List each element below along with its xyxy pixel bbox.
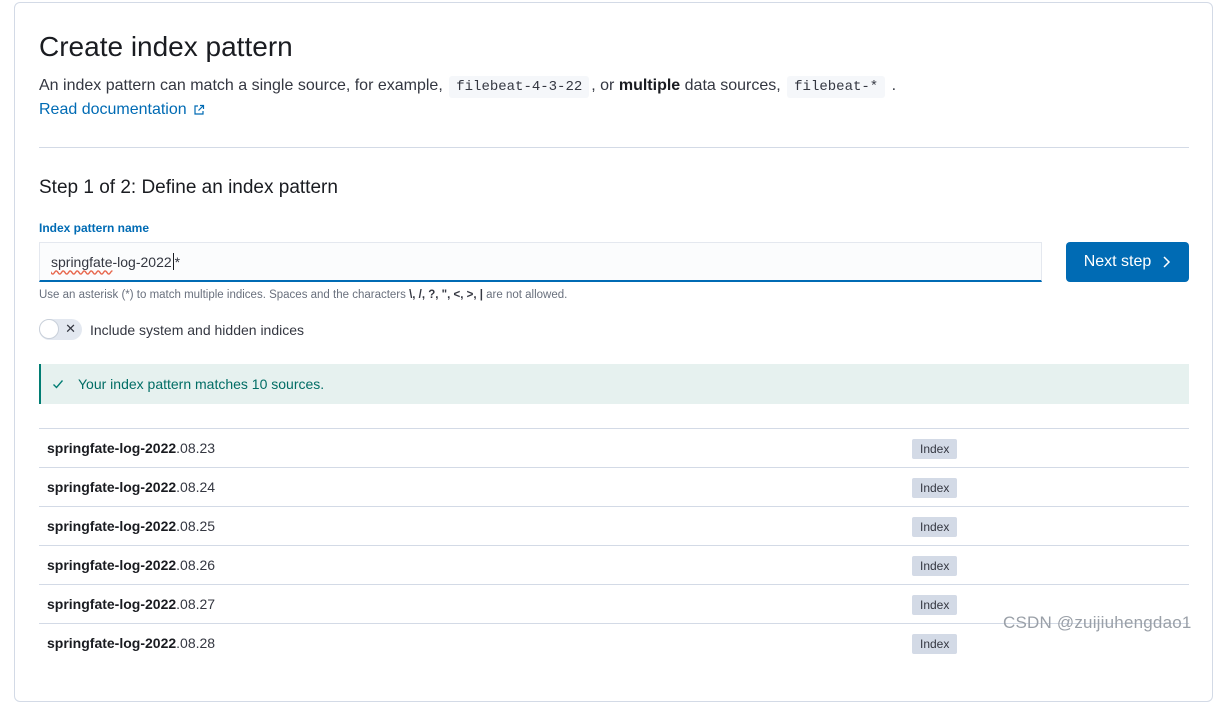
index-type-badge: Index [912, 517, 958, 537]
description-text: , or [591, 77, 615, 94]
table-row: springfate-log-2022.08.26 Index [39, 545, 1189, 584]
index-name: springfate-log-2022.08.23 [47, 440, 216, 456]
index-pattern-name-label: Index pattern name [39, 221, 150, 235]
help-chars: \, /, ?, ", <, >, | [409, 289, 483, 301]
text-caret [172, 253, 174, 270]
chevron-right-icon [1163, 256, 1171, 268]
page-description: An index pattern can match a single sour… [39, 74, 1179, 99]
index-type-badge: Index [912, 634, 958, 654]
index-name: springfate-log-2022.08.27 [47, 596, 216, 612]
include-hidden-label: Include system and hidden indices [90, 321, 305, 338]
index-name: springfate-log-2022.08.24 [47, 479, 216, 495]
table-row: springfate-log-2022.08.24 Index [39, 467, 1189, 506]
popout-icon [194, 104, 204, 115]
include-hidden-switch[interactable]: ✕ [39, 319, 82, 340]
include-hidden-toggle-row: ✕ Include system and hidden indices [39, 319, 304, 340]
help-text: Use an asterisk (*) to match multiple in… [39, 288, 567, 302]
description-text: . [891, 77, 897, 94]
input-value-wildcard: * [174, 253, 181, 270]
callout-text: Your index pattern matches 10 sources. [78, 376, 325, 392]
index-type-badge: Index [912, 478, 958, 498]
page-title: Create index pattern [39, 31, 293, 62]
index-type-badge: Index [912, 595, 958, 615]
close-icon: ✕ [65, 321, 76, 336]
help-prefix: Use an asterisk (*) to match multiple in… [39, 289, 406, 301]
index-type-badge: Index [912, 556, 958, 576]
index-pattern-name-input[interactable]: springfate -log-2022 * [39, 242, 1042, 282]
read-documentation-label: Read documentation [39, 101, 187, 118]
help-suffix: are not allowed. [486, 289, 568, 301]
description-text: data sources, [684, 77, 781, 94]
next-step-button[interactable]: Next step [1066, 242, 1189, 282]
step-title: Step 1 of 2: Define an index pattern [39, 177, 338, 198]
check-icon [53, 380, 64, 389]
table-row: springfate-log-2022.08.25 Index [39, 506, 1189, 545]
switch-knob [39, 319, 59, 339]
read-documentation-link[interactable]: Read documentation [39, 99, 205, 121]
next-step-label: Next step [1083, 253, 1152, 270]
input-value: -log-2022 [112, 253, 172, 270]
description-bold: multiple [618, 77, 681, 94]
table-row: springfate-log-2022.08.23 Index [39, 428, 1189, 467]
index-type-badge: Index [912, 439, 958, 459]
example-multiple-code: filebeat-* [787, 76, 886, 98]
watermark: CSDN @zuijiuhengdao1 [1003, 613, 1192, 632]
input-value-underlined: springfate [51, 253, 113, 270]
index-name: springfate-log-2022.08.26 [47, 557, 216, 573]
description-text: An index pattern can match a single sour… [39, 77, 443, 94]
match-callout: Your index pattern matches 10 sources. [39, 364, 1189, 404]
index-name: springfate-log-2022.08.25 [47, 518, 216, 534]
example-single-code: filebeat-4-3-22 [449, 76, 590, 98]
horizontal-divider [39, 147, 1189, 148]
index-name: springfate-log-2022.08.28 [47, 635, 216, 651]
